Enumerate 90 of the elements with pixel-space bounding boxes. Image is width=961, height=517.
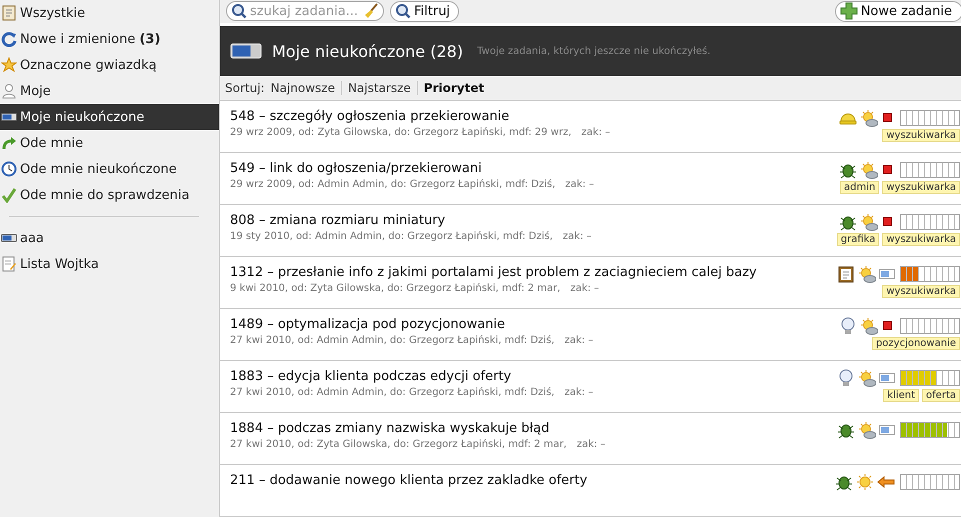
meter-icon — [879, 372, 895, 384]
search-icon — [231, 3, 247, 20]
square-icon — [881, 163, 895, 177]
tag[interactable]: wyszukiwarka — [882, 233, 960, 246]
sidebar-item[interactable]: Nowe i zmienione (3) — [0, 26, 219, 52]
task-row[interactable]: 1312 – przesłanie info z jakimi portalami jest problem z zaciagnieciem calej bazy 9 kwi 2010, od: Zyta Gilowska, do: Grzegorz Łapiński, mdf: 2 mar, zak: – wyszukiwarka — [220, 257, 961, 309]
search-icon — [395, 3, 411, 20]
task-meta: 9 kwi 2010, od: Zyta Gilowska, do: Grzegorz Łapiński, mdf: 2 mar, — [230, 283, 560, 294]
document-icon — [1, 5, 17, 21]
task-title[interactable]: 1884 – podczas zmiany nazwiska wyskakuje błąd — [230, 421, 606, 436]
task-row[interactable]: 548 – szczegóły ogłoszenia przekierowanie 29 wrz 2009, od: Zyta Gilowska, do: Grzegorz Łapiński, mdf: 29 wrz, zak: – wyszukiwarka — [220, 101, 961, 153]
closed-date: zak: – — [564, 335, 594, 346]
new-task-button[interactable]: Nowe zadanie — [834, 0, 961, 22]
search-field[interactable]: szukaj zadania... — [226, 1, 384, 22]
task-row[interactable]: 808 – zmiana rozmiaru miniatury 19 sty 2010, od: Admin Admin, do: Grzegorz Łapiński, mdf: Dziś, zak: – grafika wyszukiwarka — [220, 205, 961, 257]
task-meta: 27 kwi 2010, od: Admin Admin, do: Grzegorz Łapiński, mdf: Dziś, — [230, 335, 554, 346]
sidebar-item[interactable]: aaa — [0, 225, 219, 251]
task-title[interactable]: 1883 – edycja klienta podczas edycji oferty — [230, 369, 594, 384]
tag[interactable]: klient — [883, 389, 920, 402]
clock-icon — [1, 161, 17, 177]
tag[interactable]: grafika — [836, 233, 880, 246]
closed-date: zak: – — [562, 231, 592, 242]
notepad-icon — [1, 256, 17, 272]
filter-button[interactable]: Filtruj — [390, 0, 460, 22]
sort-option[interactable]: Priorytet — [424, 81, 484, 96]
sidebar-item[interactable]: Ode mnie nieukończone — [0, 156, 219, 182]
sidebar-item[interactable]: Moje — [0, 78, 219, 104]
sidebar-item[interactable]: Wszystkie — [0, 0, 219, 26]
sun-cloud-icon — [858, 421, 876, 439]
sidebar-item[interactable]: Moje nieukończone — [0, 104, 219, 130]
tag[interactable]: admin — [840, 181, 880, 194]
sidebar-item[interactable]: Ode mnie do sprawdzenia — [0, 182, 219, 208]
task-meta: 29 wrz 2009, od: Zyta Gilowska, do: Grzegorz Łapiński, mdf: 29 wrz, — [230, 127, 572, 138]
task-meta: 19 sty 2010, od: Admin Admin, do: Grzegorz Łapiński, mdf: Dziś, — [230, 231, 553, 242]
task-meta: 27 kwi 2010, od: Admin Admin, do: Grzegorz Łapiński, mdf: Dziś, — [230, 387, 554, 398]
sun-cloud-icon — [858, 265, 876, 283]
task-row[interactable]: 1489 – optymalizacja pod pozycjonowanie 27 kwi 2010, od: Admin Admin, do: Grzegorz Łapiński, mdf: Dziś, zak: – pozycjonowanie — [220, 309, 961, 361]
person-icon — [1, 83, 17, 99]
meter-icon — [879, 268, 895, 280]
square-icon — [881, 215, 895, 229]
closed-date: zak: – — [565, 179, 594, 190]
sort-option[interactable]: Najnowsze — [270, 81, 335, 96]
task-title[interactable]: 211 – dodawanie nowego klienta przez zakladke oferty — [230, 473, 588, 488]
light-bulb-icon — [837, 369, 855, 387]
star-icon — [1, 57, 17, 73]
sort-label: Sortuj: — [225, 81, 265, 96]
square-icon — [881, 319, 895, 333]
left-arrow-icon — [877, 476, 895, 488]
check-icon — [1, 187, 17, 203]
sun-cloud-icon — [860, 109, 878, 127]
task-title[interactable]: 549 – link do ogłoszenia/przekierowani — [230, 161, 594, 176]
tag[interactable]: pozycjonowanie — [872, 337, 960, 350]
closed-date: zak: – — [581, 127, 610, 138]
task-title[interactable]: 1489 – optymalizacja pod pozycjonowanie — [230, 317, 594, 332]
task-row[interactable]: 1884 – podczas zmiany nazwiska wyskakuje błąd 27 kwi 2010, od: Zyta Gilowska, do: Grzegorz Łapiński, mdf: 2 mar, zak: – — [220, 413, 961, 465]
tag[interactable]: wyszukiwarka — [882, 129, 960, 142]
tag[interactable]: wyszukiwarka — [882, 285, 960, 298]
curved-arrow-icon — [1, 135, 17, 151]
square-icon — [881, 111, 895, 125]
sun-cloud-icon — [858, 369, 876, 387]
meter-icon — [879, 424, 895, 436]
plus-icon — [840, 2, 858, 20]
task-row[interactable]: 211 – dodawanie nowego klienta przez zakladke oferty — [220, 465, 961, 517]
sun-cloud-icon — [860, 213, 878, 231]
light-bulb-icon — [839, 317, 857, 335]
task-row[interactable]: 549 – link do ogłoszenia/przekierowani 29 wrz 2009, od: Admin Admin, do: Grzegorz Łapiński, mdf: Dziś, zak: – admin wyszukiwarka — [220, 153, 961, 205]
sidebar-item[interactable]: Oznaczone gwiazdką — [0, 52, 219, 78]
page-title: Moje nieukończone (28) — [272, 42, 464, 60]
sun-cloud-icon — [860, 317, 878, 335]
sun-icon — [856, 473, 874, 491]
closed-date: zak: – — [564, 387, 594, 398]
closed-date: zak: – — [576, 439, 606, 450]
sidebar-item[interactable]: Ode mnie — [0, 130, 219, 156]
task-meta: 27 kwi 2010, od: Zyta Gilowska, do: Grzegorz Łapiński, mdf: 2 mar, — [230, 439, 567, 450]
task-meta: 29 wrz 2009, od: Admin Admin, do: Grzegorz Łapiński, mdf: Dziś, — [230, 179, 556, 190]
task-title[interactable]: 808 – zmiana rozmiaru miniatury — [230, 213, 592, 228]
closed-date: zak: – — [570, 283, 600, 294]
sun-cloud-icon — [860, 161, 878, 179]
sort-option[interactable]: Najstarsze — [348, 81, 411, 96]
task-title[interactable]: 1312 – przesłanie info z jakimi portalami jest problem z zaciagnieciem calej bazy — [230, 265, 757, 280]
tag[interactable]: wyszukiwarka — [882, 181, 960, 194]
clipboard-icon — [837, 265, 855, 283]
page-subtitle: Twoje zadania, których jeszcze nie ukończyłeś. — [477, 46, 710, 56]
refresh-icon — [1, 31, 17, 47]
tag[interactable]: oferta — [922, 389, 960, 402]
battery-icon — [230, 42, 262, 60]
sidebar-item[interactable]: Lista Wojtka — [0, 251, 219, 277]
task-title[interactable]: 548 – szczegóły ogłoszenia przekierowanie — [230, 109, 610, 124]
broom-icon — [363, 3, 379, 20]
task-row[interactable]: 1883 – edycja klienta podczas edycji oferty 27 kwi 2010, od: Admin Admin, do: Grzegorz Łapiński, mdf: Dziś, zak: – klient oferta — [220, 361, 961, 413]
